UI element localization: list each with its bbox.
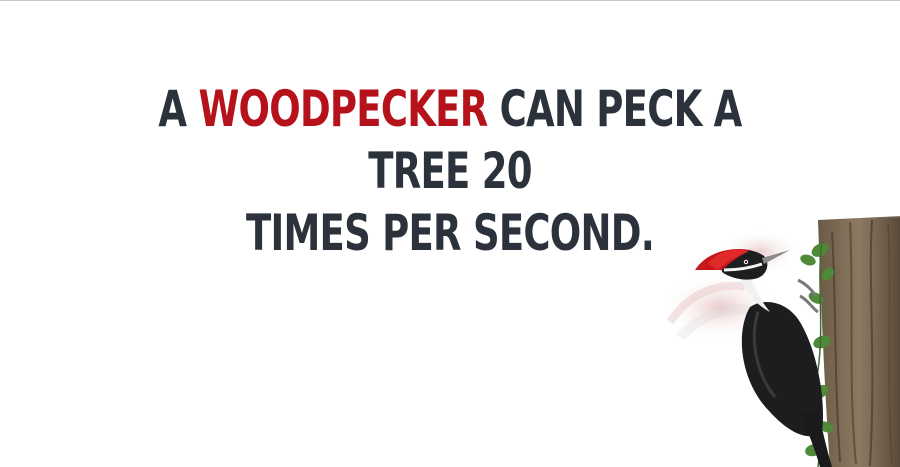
headline-lead: A	[158, 80, 199, 138]
headline-accent-word: WOODPECKER	[198, 80, 488, 138]
top-divider	[0, 0, 900, 1]
fact-card: A WOODPECKER CAN PECK A TREE 20 TIMES PE…	[0, 0, 900, 467]
headline-line2: TIMES PER SECOND.	[245, 204, 655, 262]
woodpecker-on-tree-icon	[660, 212, 900, 467]
